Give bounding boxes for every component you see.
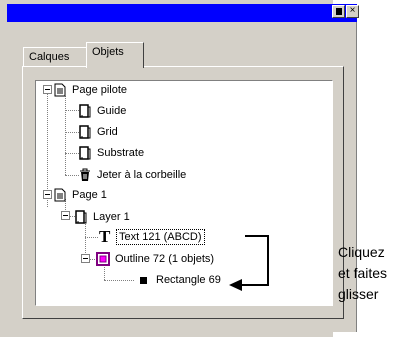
tree-connector bbox=[65, 153, 79, 154]
tab-calques[interactable]: Calques bbox=[23, 47, 87, 66]
layer-icon bbox=[79, 104, 91, 118]
tree-node-label: Outline 72 (1 objets) bbox=[115, 253, 215, 265]
minimize-button[interactable] bbox=[332, 5, 345, 18]
tree-node-label: Rectangle 69 bbox=[156, 274, 221, 286]
tree-node-label: Jeter à la corbeille bbox=[97, 169, 187, 181]
tree-connector bbox=[65, 96, 66, 175]
tree-node-label: Guide bbox=[97, 105, 127, 117]
tree-connector bbox=[65, 175, 79, 176]
tree-node-label: Substrate bbox=[97, 147, 145, 159]
tree-connector bbox=[104, 280, 134, 281]
text-icon: T bbox=[99, 227, 111, 246]
object-tree: Page pilote Guide Grid Substrate Jeter à… bbox=[35, 80, 333, 306]
collapse-toggle-outline-72[interactable] bbox=[81, 254, 90, 263]
title-bar: × bbox=[7, 4, 359, 22]
tree-node-label: Grid bbox=[97, 126, 118, 138]
tree-connector bbox=[65, 110, 79, 111]
tree-node-label-selected: Text 121 (ABCD) bbox=[116, 229, 205, 245]
collapse-toggle-page-1[interactable] bbox=[43, 190, 52, 199]
tree-node-label: Layer 1 bbox=[93, 211, 130, 223]
page-icon bbox=[54, 188, 66, 202]
trash-icon bbox=[80, 168, 90, 181]
layer-icon bbox=[79, 146, 91, 160]
collapse-toggle-page-pilote[interactable] bbox=[43, 85, 52, 94]
layer-icon bbox=[75, 210, 87, 224]
tree-connector bbox=[104, 265, 105, 280]
tree-node-label: Page 1 bbox=[72, 189, 107, 201]
callout-line-3: glisser bbox=[338, 286, 379, 302]
tree-connector bbox=[65, 132, 79, 133]
minimize-icon bbox=[336, 8, 342, 15]
callout-line-2: et faites bbox=[338, 265, 388, 281]
collapse-toggle-layer-1[interactable] bbox=[61, 211, 70, 220]
tree-connector bbox=[85, 237, 98, 238]
group-icon bbox=[96, 252, 110, 266]
callout-line-1: Cliquez bbox=[338, 244, 385, 260]
layer-icon bbox=[79, 125, 91, 139]
tab-objets[interactable]: Objets bbox=[86, 42, 144, 68]
tree-node-label: Page pilote bbox=[72, 84, 128, 96]
close-button[interactable]: × bbox=[346, 5, 359, 18]
page-icon bbox=[54, 83, 66, 97]
rectangle-icon bbox=[140, 277, 147, 284]
